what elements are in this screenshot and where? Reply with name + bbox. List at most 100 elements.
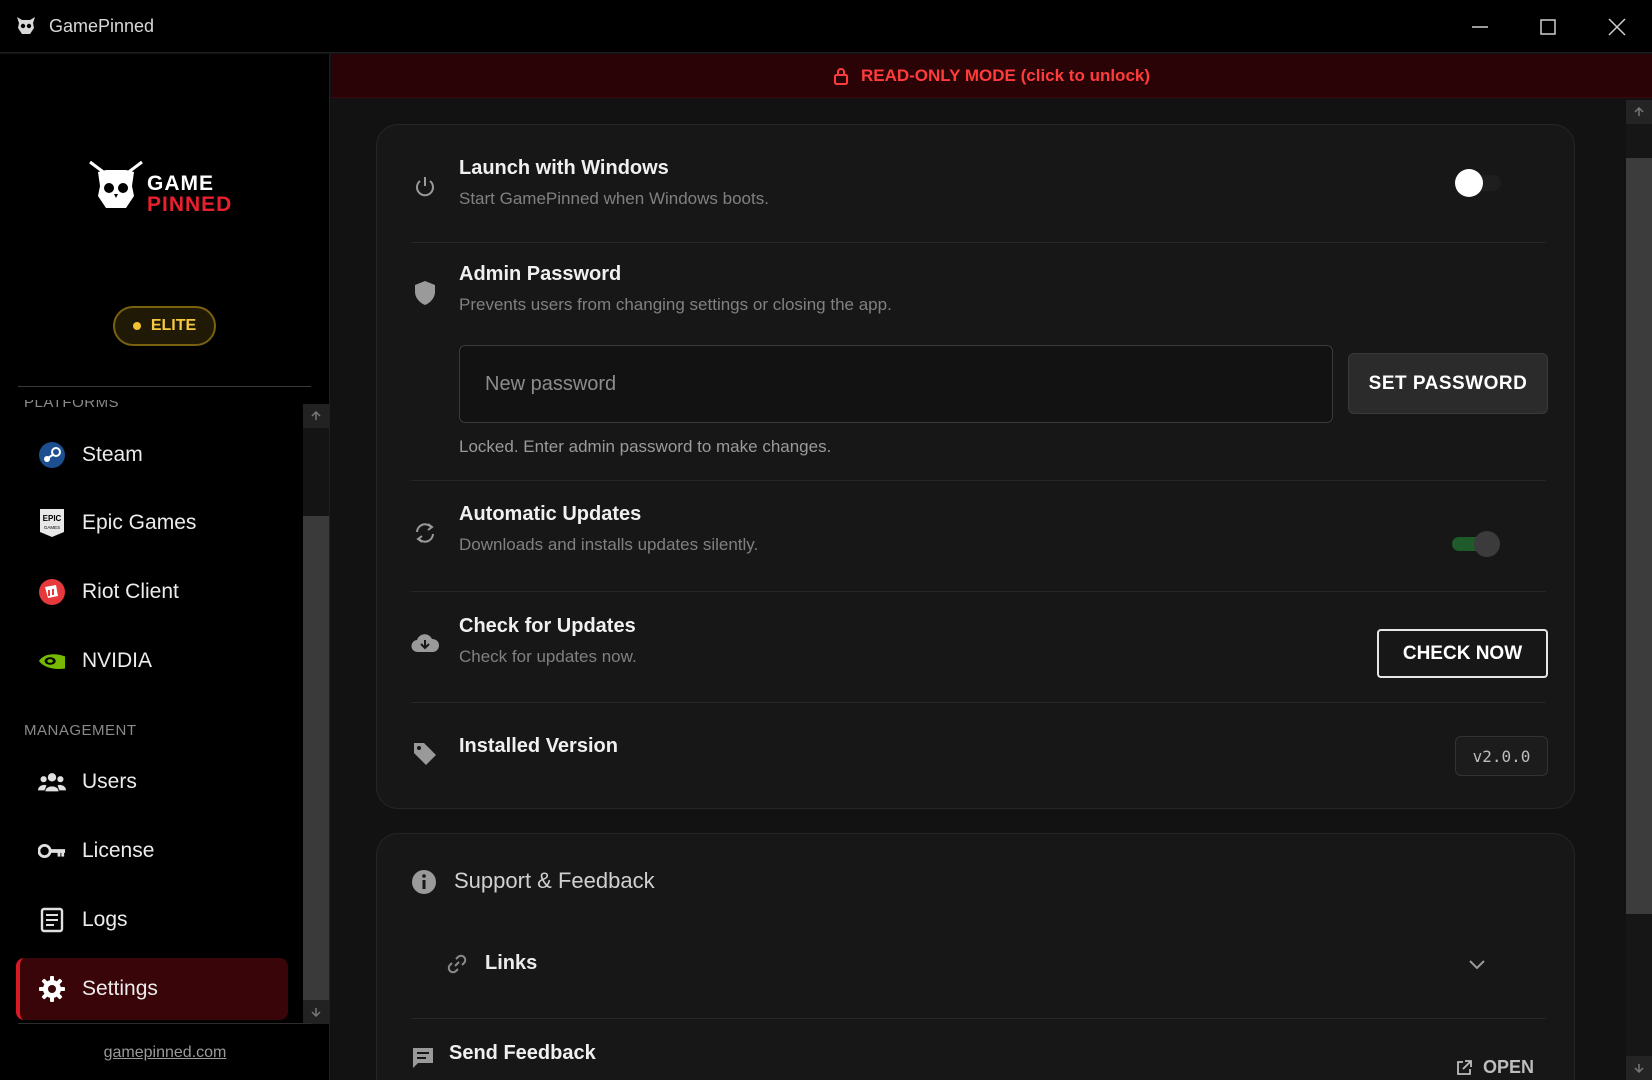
sidebar-item-riot-client[interactable]: Riot Client xyxy=(16,561,288,623)
sidebar-scroll-up-button[interactable] xyxy=(303,404,329,428)
external-link-icon xyxy=(1457,1059,1472,1075)
shield-icon xyxy=(411,279,439,307)
maximize-button[interactable] xyxy=(1514,0,1582,53)
feedback-icon xyxy=(411,1046,435,1070)
setting-installed-version: Installed Version xyxy=(411,735,1546,785)
support-section-title: Support & Feedback xyxy=(454,868,655,893)
svg-text:EPIC: EPIC xyxy=(43,514,62,523)
sidebar-item-label: Riot Client xyxy=(82,580,179,603)
toggle-knob xyxy=(1474,531,1500,557)
open-label: OPEN xyxy=(1483,1057,1535,1077)
setting-title: Check for Updates xyxy=(459,615,636,637)
riot-client-icon xyxy=(38,578,66,606)
version-badge: v2.0.0 xyxy=(1455,736,1548,776)
sync-icon xyxy=(411,519,439,547)
info-icon xyxy=(411,869,437,895)
tier-badge-label: ELITE xyxy=(150,317,197,334)
skull-logo-icon xyxy=(89,160,143,208)
power-icon xyxy=(411,173,439,201)
links-label: Links xyxy=(485,952,538,974)
support-card: Support & Feedback Links Send Feedback O… xyxy=(376,833,1575,1080)
sidebar-item-label: Settings xyxy=(82,977,158,1000)
arrow-down-icon xyxy=(311,1008,321,1017)
close-icon xyxy=(1608,17,1626,36)
setting-description: Check for updates now. xyxy=(459,647,637,666)
automatic-updates-toggle[interactable] xyxy=(1452,531,1500,557)
chevron-down-icon xyxy=(1467,954,1487,974)
nvidia-icon xyxy=(38,647,66,675)
setting-title: Admin Password xyxy=(459,263,622,285)
setting-description: Start GamePinned when Windows boots. xyxy=(459,189,769,208)
maximize-icon xyxy=(1540,18,1556,35)
cloud-download-icon xyxy=(411,629,439,657)
check-now-button[interactable]: CHECK NOW xyxy=(1377,629,1548,678)
epic-games-icon: EPIC GAMES xyxy=(38,509,66,537)
open-feedback-button[interactable]: OPEN xyxy=(1455,1057,1534,1078)
setting-description: Prevents users from changing settings or… xyxy=(459,295,892,314)
row-divider xyxy=(411,242,1546,243)
main-scrollbar-thumb[interactable] xyxy=(1626,158,1652,914)
sidebar: GAME PINNED ELITE PLATFORMS Steam EPIC GA… xyxy=(0,54,330,1080)
badge-dot-icon xyxy=(132,322,141,330)
link-icon xyxy=(445,952,469,976)
sidebar-item-label: Epic Games xyxy=(82,511,197,534)
sidebar-item-label: Users xyxy=(82,770,137,793)
key-icon xyxy=(38,837,66,865)
lock-icon xyxy=(833,67,848,85)
website-link[interactable]: gamepinned.com xyxy=(0,1044,329,1062)
sidebar-footer-divider xyxy=(18,1023,311,1024)
arrow-down-icon xyxy=(1634,1064,1644,1073)
row-divider xyxy=(411,591,1546,592)
read-only-banner-text: READ-ONLY MODE (click to unlock) xyxy=(860,65,1151,85)
steam-icon xyxy=(38,441,66,469)
sidebar-item-label: License xyxy=(82,839,155,862)
sidebar-item-license[interactable]: License xyxy=(16,820,288,882)
arrow-up-icon xyxy=(1634,107,1644,116)
close-button[interactable] xyxy=(1583,0,1651,53)
sidebar-item-label: NVIDIA xyxy=(82,649,153,672)
password-lock-note: Locked. Enter admin password to make cha… xyxy=(459,437,832,456)
sidebar-item-nvidia[interactable]: NVIDIA xyxy=(16,630,288,692)
sidebar-item-settings[interactable]: Settings xyxy=(16,958,288,1020)
section-label-management: MANAGEMENT xyxy=(24,722,137,739)
logo-text-pinned: PINNED xyxy=(147,193,233,216)
new-password-input[interactable] xyxy=(459,345,1333,423)
sidebar-item-label: Logs xyxy=(82,908,128,931)
row-divider xyxy=(411,702,1546,703)
gamepinned-logo: GAME PINNED xyxy=(88,160,238,218)
setting-launch-with-windows: Launch with Windows Start GamePinned whe… xyxy=(411,157,1546,231)
sidebar-divider xyxy=(18,386,311,387)
toggle-knob xyxy=(1455,169,1483,197)
tag-icon xyxy=(411,740,439,768)
read-only-banner[interactable]: READ-ONLY MODE (click to unlock) xyxy=(331,54,1652,98)
main-scroll-down-button[interactable] xyxy=(1626,1056,1652,1080)
app-logo-icon xyxy=(14,14,38,38)
send-feedback-title: Send Feedback xyxy=(449,1042,596,1064)
setting-title: Launch with Windows xyxy=(459,157,669,179)
launch-with-windows-toggle[interactable] xyxy=(1455,169,1501,197)
minimize-button[interactable] xyxy=(1446,0,1514,53)
elite-tier-badge: ELITE xyxy=(113,306,216,346)
setting-description: Downloads and installs updates silently. xyxy=(459,535,759,554)
main-scroll-up-button[interactable] xyxy=(1626,100,1652,124)
sidebar-item-users[interactable]: Users xyxy=(16,751,288,813)
sidebar-scrollbar-thumb[interactable] xyxy=(303,516,329,1000)
window-title: GamePinned xyxy=(49,16,155,36)
sidebar-item-logs[interactable]: Logs xyxy=(16,889,288,951)
setting-title: Installed Version xyxy=(459,735,618,757)
row-divider xyxy=(411,1018,1546,1019)
main-content: READ-ONLY MODE (click to unlock) Launch … xyxy=(331,54,1652,1080)
arrow-up-icon xyxy=(311,411,321,420)
logs-icon xyxy=(38,906,66,934)
title-bar: GamePinned xyxy=(0,0,1652,53)
section-label-platforms: PLATFORMS xyxy=(24,394,120,411)
set-password-button[interactable]: SET PASSWORD xyxy=(1348,353,1548,414)
gear-icon xyxy=(38,975,66,1003)
setting-check-for-updates: Check for Updates Check for updates now. xyxy=(411,615,1546,689)
sidebar-scroll-down-button[interactable] xyxy=(303,1000,329,1024)
links-expander[interactable] xyxy=(445,946,1525,986)
sidebar-item-epic-games[interactable]: EPIC GAMES Epic Games xyxy=(16,492,288,554)
setting-admin-password: Admin Password Prevents users from chang… xyxy=(411,263,1546,337)
setting-title: Automatic Updates xyxy=(459,503,642,525)
sidebar-item-steam[interactable]: Steam xyxy=(16,424,288,486)
